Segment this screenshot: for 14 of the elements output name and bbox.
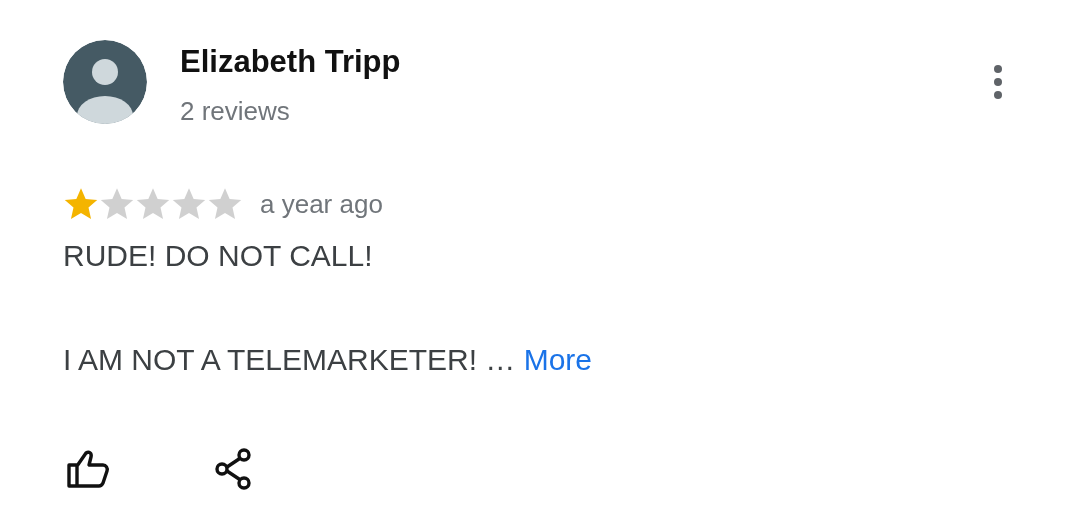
star-icon	[63, 186, 99, 222]
review-text: RUDE! DO NOT CALL! I AM NOT A TELEMARKETER! … More	[63, 238, 594, 378]
review-time: a year ago	[260, 188, 383, 220]
star-icon	[207, 186, 243, 222]
more-link[interactable]: More	[523, 343, 593, 376]
review-count: 2 reviews	[180, 95, 291, 128]
reviewer-name: Elizabeth Tripp	[180, 43, 401, 81]
avatar-icon	[63, 40, 147, 124]
thumbs-up-icon[interactable]	[66, 449, 110, 489]
star-icon	[135, 186, 171, 222]
star-icon	[99, 186, 135, 222]
star-icon	[171, 186, 207, 222]
more-options-icon[interactable]	[993, 65, 1003, 99]
share-icon[interactable]	[214, 448, 252, 490]
